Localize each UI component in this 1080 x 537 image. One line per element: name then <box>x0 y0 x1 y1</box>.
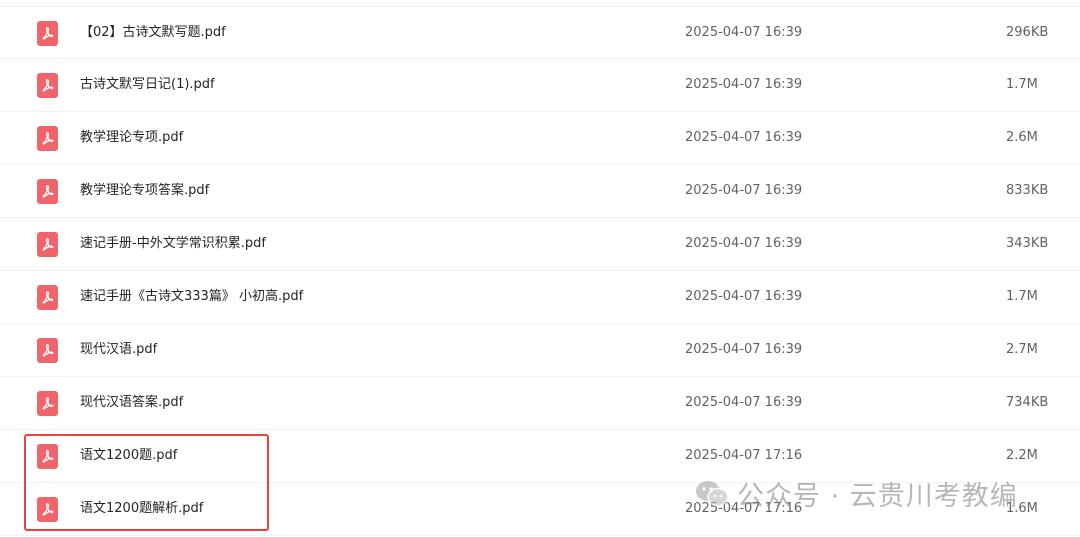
file-modified-time: 2025-04-07 16:39 <box>685 77 803 92</box>
file-size: 2.2M <box>1006 448 1038 463</box>
file-size: 343KB <box>1006 236 1049 251</box>
file-size: 2.6M <box>1006 130 1038 145</box>
pdf-file-icon <box>37 444 58 469</box>
file-size: 296KB <box>1006 25 1049 40</box>
file-row[interactable]: 语文1200题.pdf 2025-04-07 17:16 2.2M <box>0 430 1080 483</box>
file-row[interactable]: 速记手册《古诗文333篇》 小初高.pdf 2025-04-07 16:39 1… <box>0 271 1080 324</box>
file-modified-time: 2025-04-07 16:39 <box>685 236 803 251</box>
file-row[interactable]: 古诗文默写日记(1).pdf 2025-04-07 16:39 1.7M <box>0 59 1080 112</box>
file-modified-time: 2025-04-07 16:39 <box>685 395 803 410</box>
file-name[interactable]: 语文1200题.pdf <box>80 447 177 465</box>
file-size: 734KB <box>1006 395 1049 410</box>
file-modified-time: 2025-04-07 16:39 <box>685 130 803 145</box>
file-modified-time: 2025-04-07 16:39 <box>685 25 803 40</box>
pdf-file-icon <box>37 285 58 310</box>
file-size: 1.6M <box>1006 501 1038 516</box>
pdf-file-icon <box>37 21 58 46</box>
file-row[interactable]: 语文1200题解析.pdf 2025-04-07 17:16 1.6M <box>0 483 1080 536</box>
file-name[interactable]: 古诗文默写日记(1).pdf <box>80 76 215 94</box>
file-row[interactable]: 教学理论专项.pdf 2025-04-07 16:39 2.6M <box>0 112 1080 165</box>
file-modified-time: 2025-04-07 16:39 <box>685 183 803 198</box>
file-name[interactable]: 【02】古诗文默写题.pdf <box>80 24 226 42</box>
file-row[interactable]: 教学理论专项答案.pdf 2025-04-07 16:39 833KB <box>0 165 1080 218</box>
file-name[interactable]: 教学理论专项答案.pdf <box>80 182 209 200</box>
file-name[interactable]: 现代汉语答案.pdf <box>80 394 183 412</box>
file-size: 1.7M <box>1006 77 1038 92</box>
file-row[interactable]: 【02】古诗文默写题.pdf 2025-04-07 16:39 296KB <box>0 6 1080 59</box>
file-list: 【02】古诗文默写题.pdf 2025-04-07 16:39 296KB 古诗… <box>0 6 1080 536</box>
pdf-file-icon <box>37 338 58 363</box>
file-name[interactable]: 语文1200题解析.pdf <box>80 500 203 518</box>
file-modified-time: 2025-04-07 16:39 <box>685 342 803 357</box>
file-name[interactable]: 速记手册-中外文学常识积累.pdf <box>80 235 266 253</box>
pdf-file-icon <box>37 126 58 151</box>
pdf-file-icon <box>37 391 58 416</box>
file-name[interactable]: 现代汉语.pdf <box>80 341 157 359</box>
file-row[interactable]: 速记手册-中外文学常识积累.pdf 2025-04-07 16:39 343KB <box>0 218 1080 271</box>
file-modified-time: 2025-04-07 16:39 <box>685 289 803 304</box>
file-size: 2.7M <box>1006 342 1038 357</box>
pdf-file-icon <box>37 497 58 522</box>
file-modified-time: 2025-04-07 17:16 <box>685 448 803 463</box>
file-size: 1.7M <box>1006 289 1038 304</box>
file-modified-time: 2025-04-07 17:16 <box>685 501 803 516</box>
pdf-file-icon <box>37 232 58 257</box>
file-row[interactable]: 现代汉语答案.pdf 2025-04-07 16:39 734KB <box>0 377 1080 430</box>
file-name[interactable]: 教学理论专项.pdf <box>80 129 183 147</box>
file-row[interactable]: 现代汉语.pdf 2025-04-07 16:39 2.7M <box>0 324 1080 377</box>
pdf-file-icon <box>37 179 58 204</box>
file-name[interactable]: 速记手册《古诗文333篇》 小初高.pdf <box>80 288 303 306</box>
pdf-file-icon <box>37 73 58 98</box>
file-size: 833KB <box>1006 183 1049 198</box>
